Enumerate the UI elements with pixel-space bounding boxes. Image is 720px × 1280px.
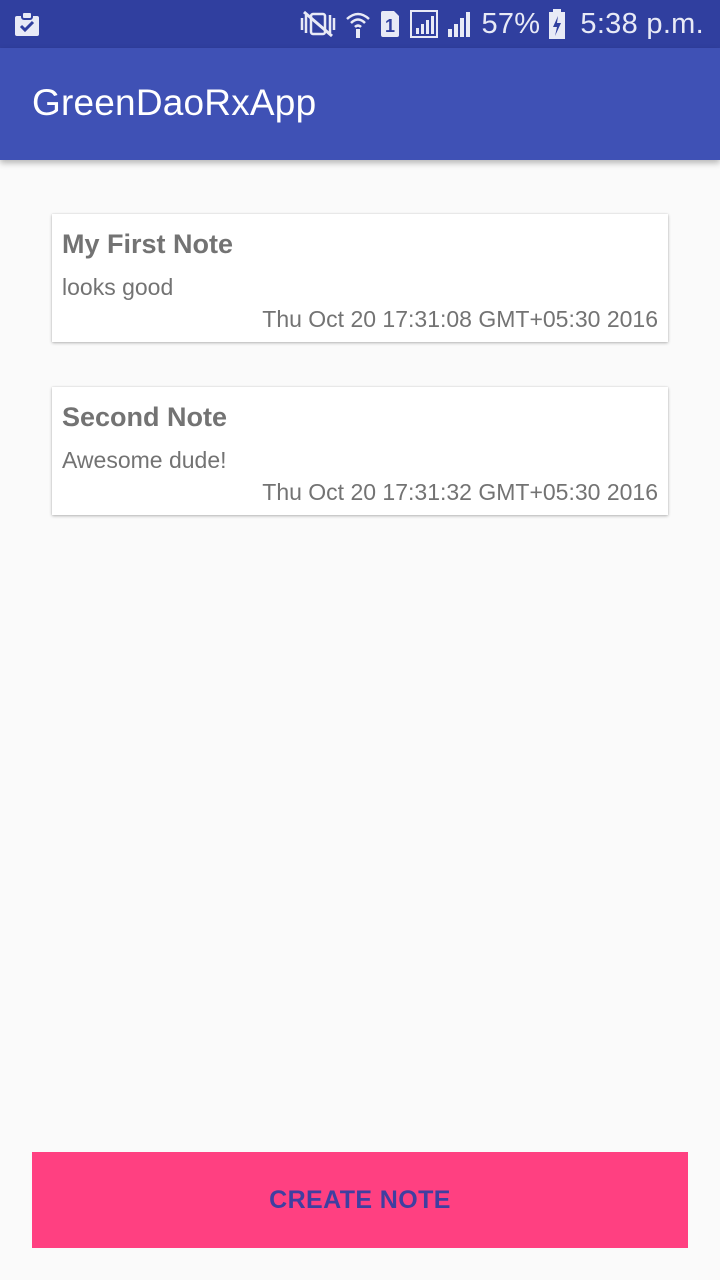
wifi-icon [345,9,371,39]
signal-1-icon [409,9,439,39]
mute-vibrate-icon [299,10,337,38]
battery-percent: 57% [481,7,541,40]
notes-list: My First Note looks good Thu Oct 20 17:3… [52,214,668,560]
note-date: Thu Oct 20 17:31:08 GMT+05:30 2016 [262,306,658,332]
sim-label: 1 [385,16,395,36]
app-title: GreenDaoRxApp [32,82,317,123]
note-title: My First Note [62,229,234,259]
status-bar: 1 57% 5:38 p.m. [0,0,720,48]
screen: 1 57% 5:38 p.m. GreenDaoRxApp My First N… [0,0,720,1280]
battery-charging-icon [548,8,566,40]
note-body: Awesome dude! [62,447,227,473]
note-card[interactable]: Second Note Awesome dude! Thu Oct 20 17:… [52,387,668,515]
create-note-button[interactable]: CREATE NOTE [32,1152,688,1248]
note-title: Second Note [62,402,228,432]
clipboard-check-icon [12,9,42,39]
note-body: looks good [62,274,174,300]
note-card[interactable]: My First Note looks good Thu Oct 20 17:3… [52,214,668,342]
status-icons: 1 57% 5:38 p.m. [299,0,704,48]
signal-2-icon [447,9,473,39]
note-date: Thu Oct 20 17:31:32 GMT+05:30 2016 [262,479,658,505]
app-bar: GreenDaoRxApp [0,48,720,160]
sim-1-icon: 1 [379,9,401,39]
clock: 5:38 p.m. [580,7,704,40]
